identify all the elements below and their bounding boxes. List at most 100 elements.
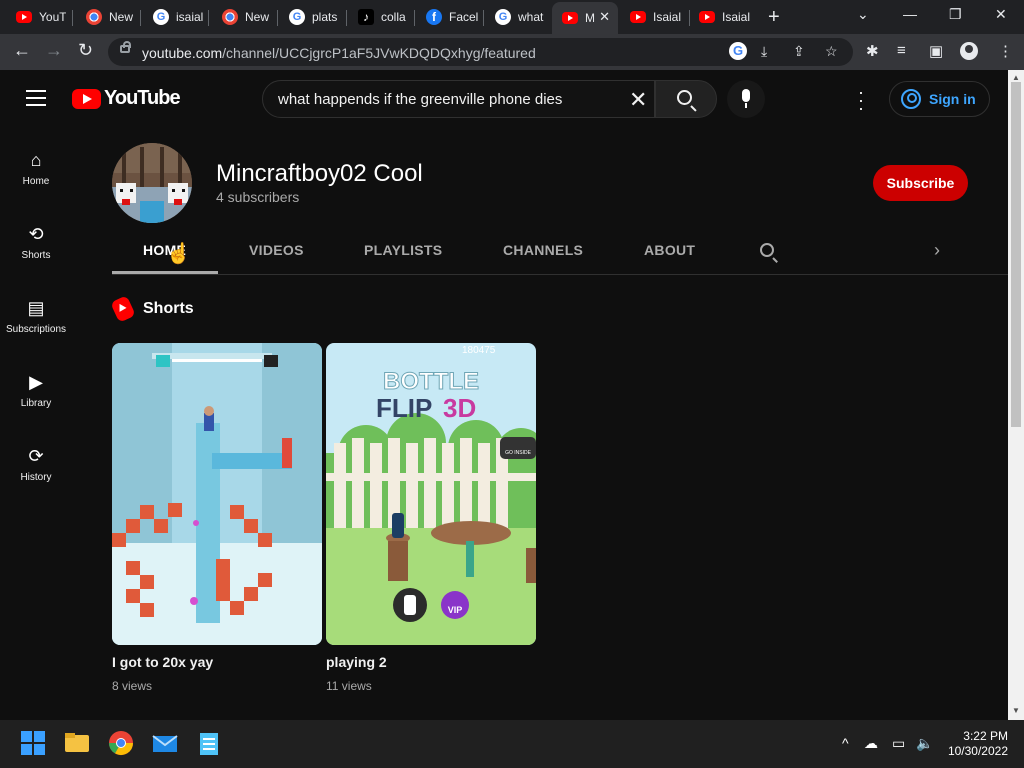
- sidebar-item-home[interactable]: ⌂ Home: [0, 148, 72, 187]
- library-icon: ▶: [29, 372, 43, 392]
- sign-in-button[interactable]: Sign in: [889, 81, 990, 117]
- url-text[interactable]: youtube.com/channel/UCCjgrcP1aF5JVwKDQDQ…: [142, 45, 536, 61]
- chrome-menu-icon[interactable]: ⋮: [998, 42, 1013, 60]
- youtube-header: YouTube what happends if the greenville …: [0, 70, 1008, 126]
- browser-tab[interactable]: Isaial: [620, 4, 686, 30]
- browser-tab[interactable]: Isaial: [689, 4, 755, 30]
- sidebar-item-history[interactable]: ⟳ History: [0, 444, 72, 483]
- reload-button[interactable]: ↻: [78, 40, 93, 61]
- short-thumbnail[interactable]: BOTTLE FLIP 3D 180475 VIP GO INSIDE: [326, 343, 536, 645]
- maximize-button[interactable]: ❐: [949, 6, 962, 23]
- search-button[interactable]: [655, 80, 717, 118]
- extensions-icon[interactable]: ✱: [866, 42, 879, 60]
- view-count: 8 views: [112, 679, 153, 693]
- tab-playlists[interactable]: PLAYLISTS: [364, 242, 442, 258]
- new-tab-button[interactable]: +: [768, 6, 780, 29]
- browser-tab[interactable]: ♪ colla: [348, 4, 410, 30]
- google-icon: G: [495, 9, 511, 25]
- browser-tab[interactable]: New: [76, 4, 136, 30]
- sidebar-item-subscriptions[interactable]: ▤ Subscriptions: [0, 296, 72, 335]
- search-query: what happends if the greenville phone di…: [278, 91, 563, 108]
- scroll-up-icon[interactable]: ▲: [1012, 73, 1020, 82]
- youtube-icon: [699, 11, 715, 23]
- tab-videos[interactable]: VIDEOS: [249, 242, 304, 258]
- scroll-down-icon[interactable]: ▼: [1012, 706, 1020, 715]
- tab-channels[interactable]: CHANNELS: [503, 242, 583, 258]
- menu-icon[interactable]: [26, 90, 46, 106]
- youtube-logo[interactable]: YouTube: [72, 87, 181, 110]
- tab-search-chevron-icon[interactable]: ⌄: [857, 6, 869, 23]
- file-explorer-icon[interactable]: [64, 730, 90, 756]
- chrome-taskbar-icon[interactable]: [108, 730, 134, 756]
- onedrive-cloud-icon[interactable]: ☁: [864, 735, 878, 752]
- sidebar-label: Home: [22, 176, 50, 187]
- youtube-play-icon: [72, 88, 101, 109]
- close-icon[interactable]: ✕: [599, 9, 610, 25]
- view-count: 11 views: [326, 679, 372, 693]
- tab-label: plats: [312, 10, 338, 24]
- sidebar-label: Library: [20, 398, 52, 409]
- back-button[interactable]: ←: [13, 40, 31, 61]
- tab-label: Isaial: [653, 10, 682, 24]
- tab-label: colla: [381, 10, 406, 24]
- thumb-title-line2: FLIP: [376, 393, 432, 423]
- tab-label: M: [585, 11, 595, 25]
- network-icon[interactable]: ▭: [892, 735, 905, 752]
- sidebar-item-library[interactable]: ▶ Library: [0, 370, 72, 409]
- volume-icon[interactable]: 🔈: [916, 735, 933, 752]
- minimize-button[interactable]: —: [903, 6, 917, 22]
- side-panel-icon[interactable]: ▣: [929, 42, 943, 60]
- youtube-icon: [562, 12, 578, 24]
- page-scrollbar[interactable]: ▲ ▼: [1008, 70, 1024, 720]
- close-window-button[interactable]: ✕: [995, 6, 1007, 23]
- sidebar-item-shorts[interactable]: ⟲ Shorts: [0, 222, 72, 261]
- browser-tab[interactable]: YouT: [6, 4, 66, 30]
- system-clock[interactable]: 3:22 PM 10/30/2022: [944, 729, 1008, 759]
- tab-label: New: [109, 10, 134, 24]
- address-bar[interactable]: youtube.com/channel/UCCjgrcP1aF5JVwKDQDQ…: [108, 38, 853, 66]
- video-title[interactable]: I got to 20x yay: [112, 654, 213, 670]
- video-title[interactable]: playing 2: [326, 654, 387, 670]
- browser-tab[interactable]: G what: [485, 4, 549, 30]
- scroll-thumb[interactable]: [1011, 82, 1021, 427]
- youtube-icon: [630, 11, 646, 23]
- shelf-title: Shorts: [143, 300, 194, 317]
- notepad-icon[interactable]: [196, 730, 222, 756]
- tab-label: Isaial: [722, 10, 751, 24]
- channel-avatar[interactable]: [112, 143, 192, 223]
- browser-tab[interactable]: New: [212, 4, 274, 30]
- subscribe-button[interactable]: Subscribe: [873, 165, 968, 201]
- tab-about[interactable]: ABOUT: [644, 242, 695, 258]
- share-icon[interactable]: ⇪: [793, 43, 805, 60]
- windows-taskbar: ^ ☁ ▭ 🔈 3:22 PM 10/30/2022: [0, 720, 1024, 768]
- tiktok-icon: ♪: [358, 9, 374, 25]
- chevron-right-icon[interactable]: ›: [934, 240, 940, 261]
- bookmark-star-icon[interactable]: ☆: [825, 43, 838, 60]
- lock-icon: [120, 41, 131, 53]
- search-input[interactable]: what happends if the greenville phone di…: [262, 80, 655, 118]
- browser-tab-active[interactable]: M ✕: [552, 2, 618, 34]
- tab-label: what: [518, 10, 544, 24]
- chevron-up-icon[interactable]: ^: [842, 735, 849, 751]
- clear-search-icon[interactable]: ✕: [629, 87, 647, 113]
- google-icon: G: [153, 9, 169, 25]
- settings-more-icon[interactable]: · · ·: [858, 83, 864, 117]
- media-control-icon[interactable]: ≡: [897, 42, 906, 59]
- browser-tabstrip: YouT New G isaial New G plats ♪ colla f …: [0, 0, 1024, 34]
- google-lens-icon[interactable]: G: [729, 42, 747, 60]
- profile-avatar-icon[interactable]: [960, 42, 978, 60]
- install-icon[interactable]: ⤓: [761, 43, 767, 60]
- forward-button[interactable]: →: [45, 40, 63, 61]
- google-icon: G: [289, 9, 305, 25]
- voice-search-icon[interactable]: [727, 80, 765, 118]
- channel-search-icon[interactable]: [760, 243, 774, 257]
- browser-tab[interactable]: G isaial: [143, 4, 205, 30]
- tab-label: Facel: [449, 10, 479, 24]
- browser-tab[interactable]: G plats: [279, 4, 341, 30]
- mail-icon[interactable]: [152, 730, 178, 756]
- short-thumbnail[interactable]: [112, 343, 322, 645]
- channel-name: Mincraftboy02 Cool: [216, 160, 423, 187]
- windows-start-icon[interactable]: [20, 730, 46, 756]
- browser-tab[interactable]: f Facel: [416, 4, 480, 30]
- sign-in-label: Sign in: [929, 91, 976, 107]
